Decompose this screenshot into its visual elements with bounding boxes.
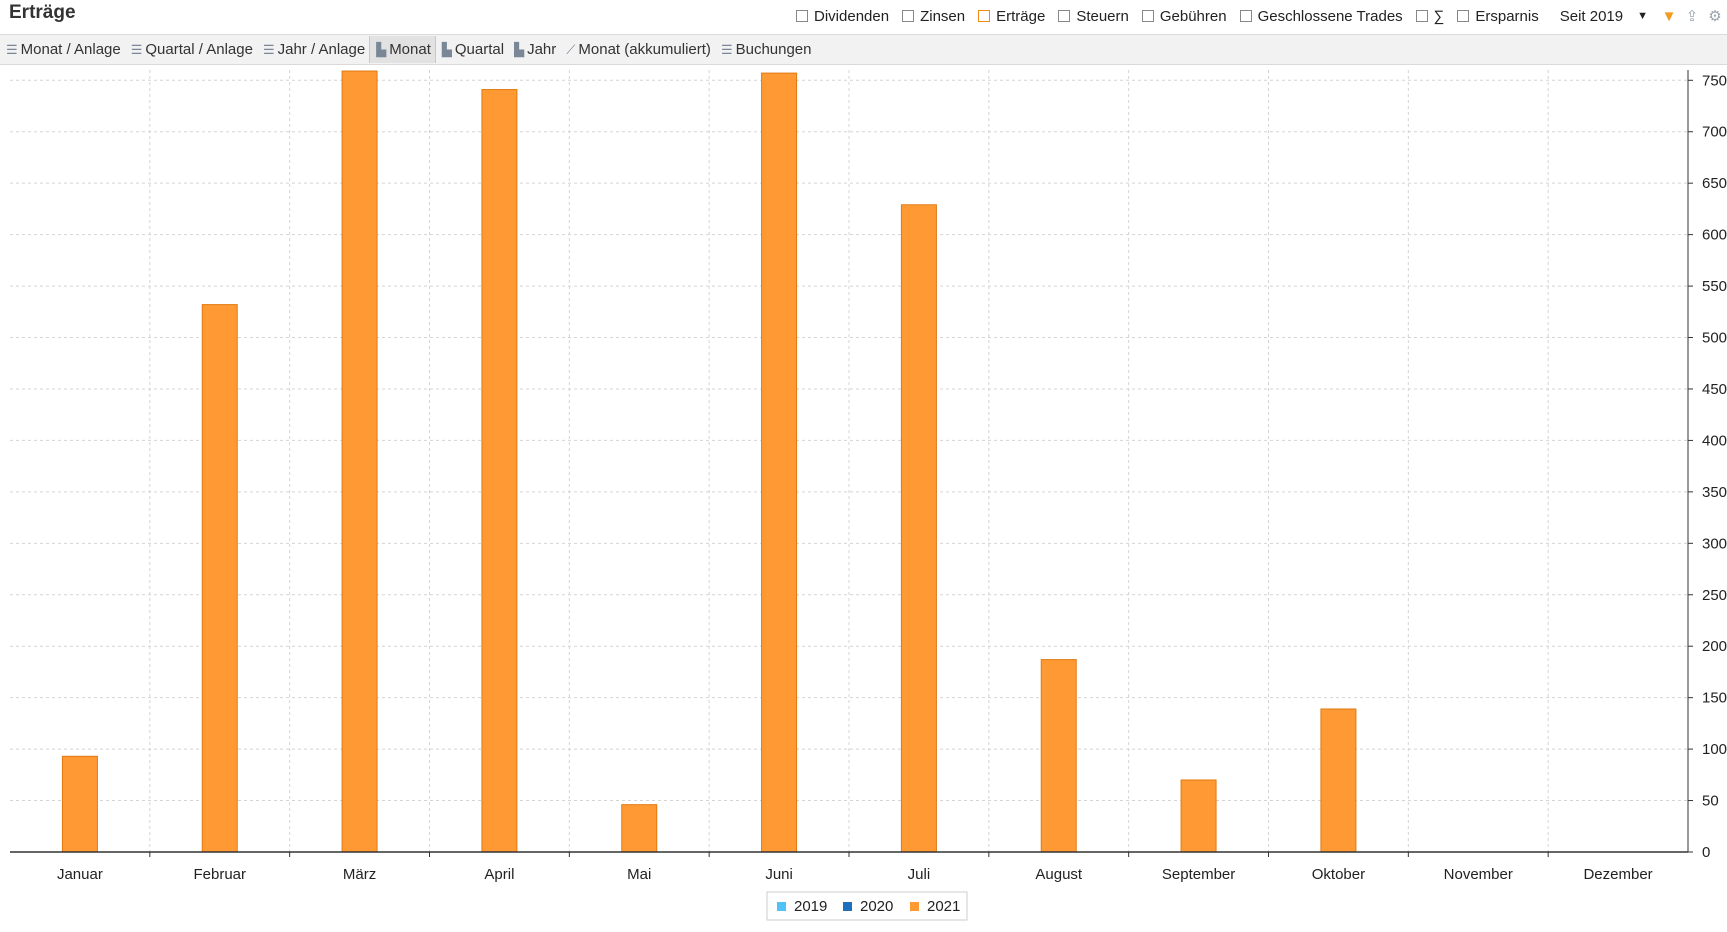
y-tick-label: 150 bbox=[1702, 690, 1727, 707]
checkbox[interactable] bbox=[796, 10, 809, 22]
checkbox[interactable] bbox=[1415, 10, 1428, 22]
checkbox[interactable] bbox=[902, 10, 915, 22]
period-label: Seit 2019 bbox=[1559, 7, 1624, 25]
upload-icon[interactable]: ⇪ bbox=[1681, 7, 1703, 25]
filter-summe[interactable]: ∑ bbox=[1415, 8, 1444, 25]
list-icon: ☰ bbox=[130, 41, 143, 57]
x-tick-label: Mai bbox=[627, 866, 651, 883]
tab-monat-anlage[interactable]: ☰ Monat / Anlage bbox=[0, 36, 125, 63]
y-tick-label: 200 bbox=[1702, 638, 1727, 655]
legend-label[interactable]: 2020 bbox=[860, 898, 893, 915]
bar-chart-icon: ▙ bbox=[441, 41, 452, 57]
tab-quartal-anlage[interactable]: ☰ Quartal / Anlage bbox=[125, 36, 257, 63]
checkbox[interactable] bbox=[1058, 10, 1071, 22]
x-tick-label: November bbox=[1444, 866, 1513, 883]
y-tick-label: 500 bbox=[1702, 330, 1727, 347]
bar-2021[interactable] bbox=[1320, 708, 1357, 853]
y-tick-label: 450 bbox=[1702, 381, 1727, 398]
y-tick-label: 700 bbox=[1702, 124, 1727, 141]
bar-2021[interactable] bbox=[1180, 779, 1217, 853]
list-icon: ☰ bbox=[6, 41, 18, 57]
x-tick-label: September bbox=[1162, 866, 1235, 883]
tab-jahr[interactable]: ▙ Jahr bbox=[508, 36, 560, 63]
filter-icon[interactable]: ▼ bbox=[1658, 8, 1680, 25]
bar-2021[interactable] bbox=[621, 804, 658, 853]
tab-quartal[interactable]: ▙ Quartal bbox=[436, 36, 508, 63]
line-chart-icon: ⟋ bbox=[566, 41, 576, 57]
filter-ertraege[interactable]: Erträge bbox=[978, 8, 1045, 25]
page-title: Erträge bbox=[9, 2, 76, 23]
bar-chart-icon: ▙ bbox=[514, 41, 525, 57]
chart-area: 0 50 100 150 200 250 300 350 400 450 500 550 600 650 7… bbox=[0, 66, 1727, 927]
x-tick-label: Juli bbox=[908, 866, 931, 883]
x-tick-label: Juni bbox=[765, 866, 793, 883]
legend-label[interactable]: 2019 bbox=[794, 898, 827, 915]
filter-dividenden[interactable]: Dividenden bbox=[796, 8, 889, 25]
chevron-down-icon: ▼ bbox=[1637, 10, 1648, 22]
tab-buchungen[interactable]: ☰ Buchungen bbox=[715, 36, 816, 63]
list-icon: ☰ bbox=[262, 41, 275, 57]
filter-bar: Dividenden Zinsen Erträge Steuern Gebühr… bbox=[796, 0, 1727, 32]
y-tick-label: 300 bbox=[1702, 535, 1727, 552]
legend-swatch bbox=[910, 902, 919, 911]
x-tick-label: Januar bbox=[57, 866, 103, 883]
x-tick-label: Februar bbox=[193, 866, 246, 883]
bar-2021[interactable] bbox=[201, 304, 238, 853]
filter-steuern[interactable]: Steuern bbox=[1058, 8, 1129, 25]
filter-gebuehren[interactable]: Gebühren bbox=[1141, 8, 1227, 25]
y-tick-label: 250 bbox=[1702, 587, 1727, 604]
y-tick-label: 400 bbox=[1702, 432, 1727, 449]
period-dropdown[interactable]: Seit 2019 ▼ bbox=[1560, 8, 1648, 25]
bar-2021[interactable] bbox=[1040, 659, 1077, 853]
bar-chart-icon: ▙ bbox=[376, 41, 387, 57]
filter-zinsen[interactable]: Zinsen bbox=[902, 8, 965, 25]
bar-2021[interactable] bbox=[761, 72, 798, 853]
bar-2021[interactable] bbox=[900, 204, 937, 853]
bar-2021[interactable] bbox=[341, 70, 378, 853]
header: Erträge Dividenden Zinsen Erträge Steuer… bbox=[0, 0, 1727, 34]
view-toolbar: ☰ Monat / Anlage ☰ Quartal / Anlage ☰ Jahr … bbox=[0, 34, 1727, 65]
legend-swatch bbox=[843, 902, 852, 911]
gear-icon[interactable]: ⚙ bbox=[1704, 7, 1726, 25]
y-tick-label: 600 bbox=[1702, 227, 1727, 244]
y-tick-label: 750 bbox=[1702, 72, 1727, 89]
y-tick-label: 550 bbox=[1702, 278, 1727, 295]
checkbox[interactable] bbox=[1457, 10, 1470, 22]
checkbox[interactable] bbox=[978, 10, 991, 22]
x-tick-label: März bbox=[343, 866, 376, 883]
filter-geschlossene-trades[interactable]: Geschlossene Trades bbox=[1239, 8, 1403, 25]
y-tick-label: 50 bbox=[1702, 793, 1719, 810]
legend-label[interactable]: 2021 bbox=[927, 898, 960, 915]
bar-chart: 0 50 100 150 200 250 300 350 400 450 500 550 600 650 7… bbox=[10, 70, 1727, 921]
y-tick-label: 350 bbox=[1702, 484, 1727, 501]
x-tick-label: Oktober bbox=[1312, 866, 1365, 883]
filter-ersparnis[interactable]: Ersparnis bbox=[1457, 8, 1539, 25]
bar-2021[interactable] bbox=[481, 89, 518, 853]
checkbox[interactable] bbox=[1239, 10, 1252, 22]
tab-monat[interactable]: ▙ Monat bbox=[369, 36, 436, 63]
x-tick-label: Dezember bbox=[1583, 866, 1652, 883]
y-tick-label: 100 bbox=[1702, 741, 1727, 758]
x-tick-label: August bbox=[1035, 866, 1083, 883]
tab-jahr-anlage[interactable]: ☰ Jahr / Anlage bbox=[257, 36, 369, 63]
tab-monat-akkumuliert[interactable]: ⟋ Monat (akkumuliert) bbox=[560, 36, 715, 63]
checkbox[interactable] bbox=[1141, 10, 1154, 22]
y-tick-label: 650 bbox=[1702, 175, 1727, 192]
list-icon: ☰ bbox=[720, 41, 733, 57]
x-tick-label: April bbox=[484, 866, 514, 883]
legend-swatch bbox=[777, 902, 786, 911]
y-tick-label: 0 bbox=[1702, 844, 1710, 861]
bar-2021[interactable] bbox=[61, 755, 98, 853]
